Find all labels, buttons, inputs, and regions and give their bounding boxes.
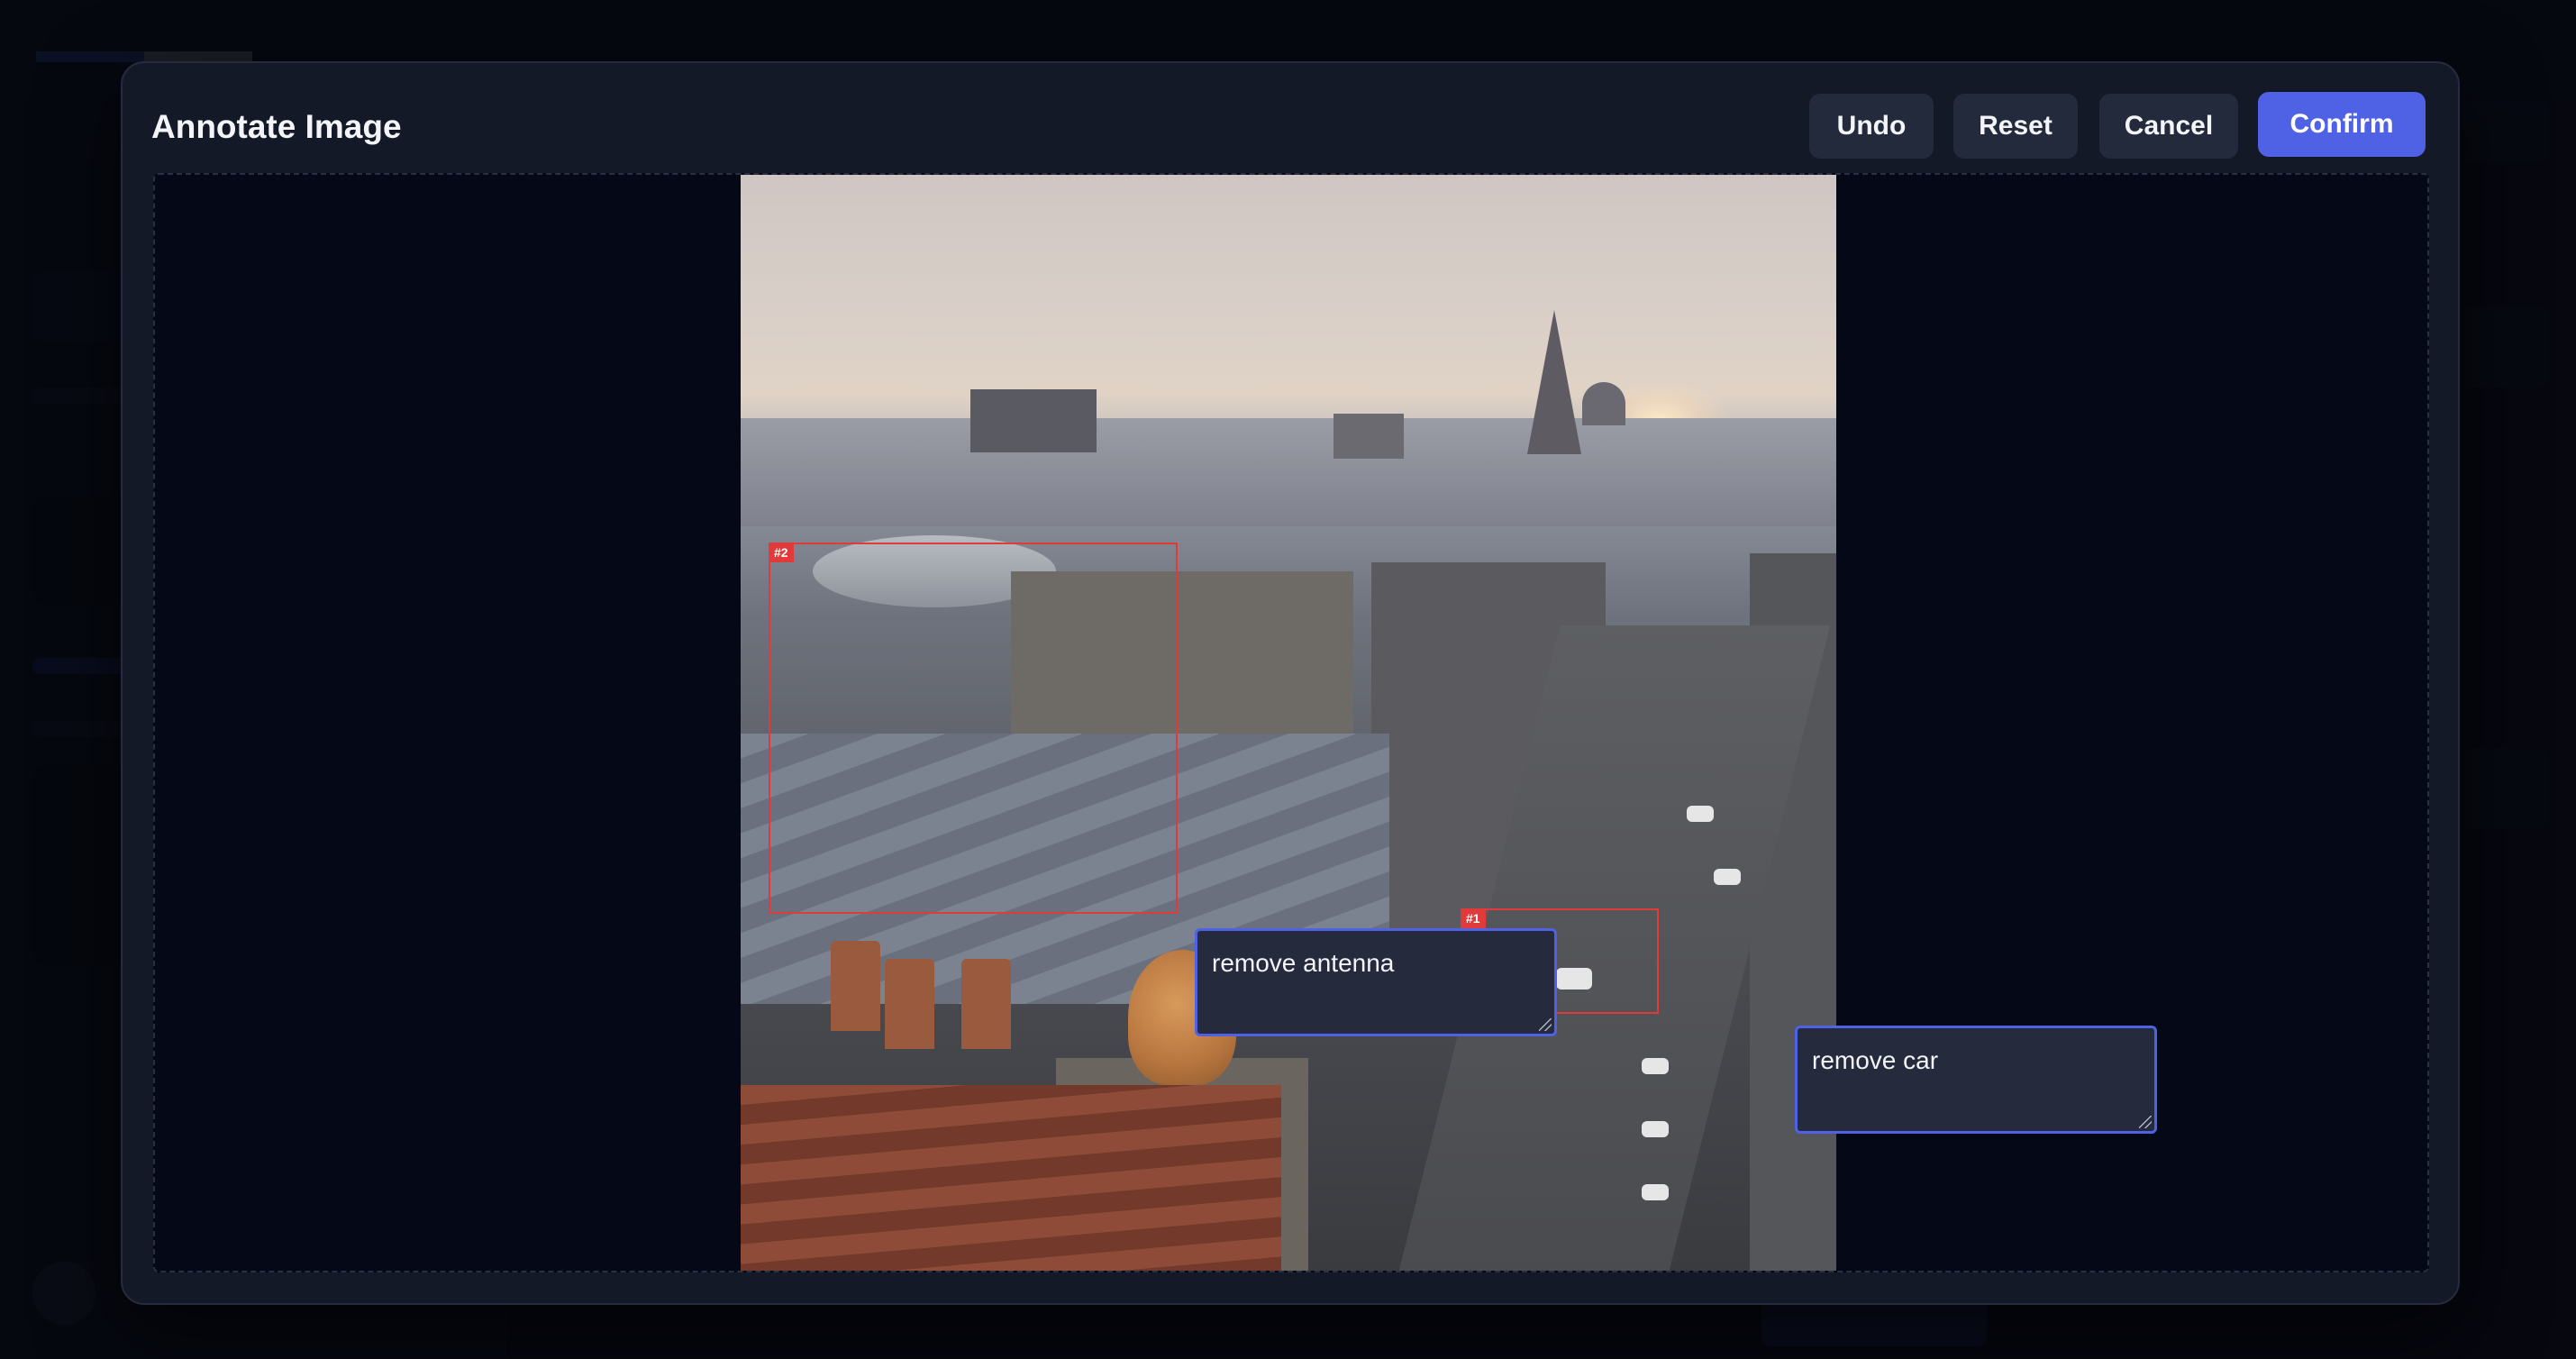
resize-handle[interactable] (2139, 1116, 2152, 1128)
cancel-button[interactable]: Cancel (2099, 94, 2238, 159)
annotation-note[interactable]: remove car (1795, 1026, 2157, 1134)
chimney (831, 941, 880, 1031)
eiffel-tower (1527, 310, 1581, 454)
chimney (961, 959, 1011, 1049)
bounding-box-tag: #1 (1461, 908, 1486, 928)
modal-title: Annotate Image (151, 108, 402, 145)
bounding-box-tag: #2 (769, 543, 794, 562)
car (1687, 806, 1714, 822)
undo-button[interactable]: Undo (1809, 94, 1934, 159)
chimney (885, 959, 934, 1049)
reset-button[interactable]: Reset (1953, 94, 2078, 159)
annotation-canvas[interactable]: #2 #1 remove antenna remove car (153, 173, 2429, 1272)
resize-handle[interactable] (1539, 1018, 1552, 1031)
car (1714, 869, 1741, 885)
annotate-image-modal: Annotate Image Undo Reset Cancel Confirm (121, 61, 2460, 1305)
car (1642, 1184, 1669, 1200)
annotation-note[interactable]: remove antenna (1195, 928, 1557, 1036)
triumphal-arch (1334, 414, 1404, 459)
cathedral (970, 389, 1097, 452)
bounding-box[interactable]: #2 (769, 543, 1178, 914)
confirm-button[interactable]: Confirm (2258, 92, 2426, 157)
car (1642, 1121, 1669, 1137)
terracotta-roof (741, 1085, 1281, 1271)
dome-building (1582, 382, 1625, 425)
car (1642, 1058, 1669, 1074)
city-skyline (741, 418, 1836, 526)
